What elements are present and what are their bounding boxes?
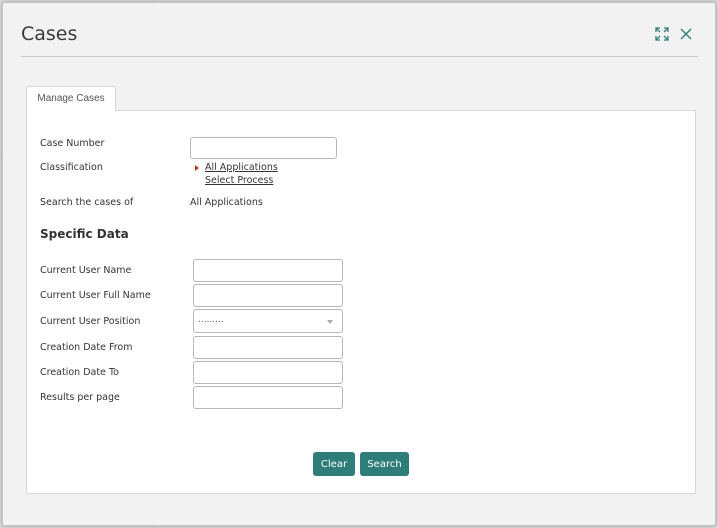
clear-button[interactable]: Clear [313, 452, 355, 476]
current-user-position-value: ......... [198, 315, 224, 325]
case-number-input[interactable] [190, 137, 337, 159]
current-user-position-select[interactable]: ......... [193, 309, 343, 333]
current-user-full-name-input[interactable] [193, 284, 343, 307]
current-user-name-input[interactable] [193, 259, 343, 282]
creation-date-to-input[interactable] [193, 361, 343, 384]
search-cases-of-label: Search the cases of [40, 197, 134, 208]
tab-manage-cases[interactable]: Manage Cases [26, 86, 116, 111]
header-divider [21, 56, 698, 57]
select-process-link[interactable]: Select Process [205, 175, 273, 186]
current-user-position-label: Current User Position [40, 316, 141, 327]
search-cases-of-value: All Applications [190, 197, 263, 208]
current-user-name-label: Current User Name [40, 265, 132, 276]
creation-date-from-label: Creation Date From [40, 342, 133, 353]
link-arrow-icon [195, 165, 199, 171]
creation-date-from-input[interactable] [193, 336, 343, 359]
manage-cases-panel: Case Number Classification All Applicati… [26, 110, 696, 494]
current-user-full-name-label: Current User Full Name [40, 290, 151, 301]
creation-date-to-label: Creation Date To [40, 367, 119, 378]
search-button[interactable]: Search [360, 452, 409, 476]
specific-data-title: Specific Data [40, 227, 129, 241]
dialog-title: Cases [21, 23, 78, 45]
chevron-down-icon [327, 320, 333, 324]
case-number-label: Case Number [40, 138, 105, 149]
all-applications-link[interactable]: All Applications [205, 162, 278, 173]
results-per-page-label: Results per page [40, 392, 120, 403]
maximize-icon[interactable] [653, 25, 671, 43]
classification-label: Classification [40, 162, 103, 173]
cases-dialog: Cases Manage Cases Case Number Classific… [2, 2, 716, 526]
results-per-page-input[interactable] [193, 386, 343, 409]
close-icon[interactable] [677, 25, 695, 43]
